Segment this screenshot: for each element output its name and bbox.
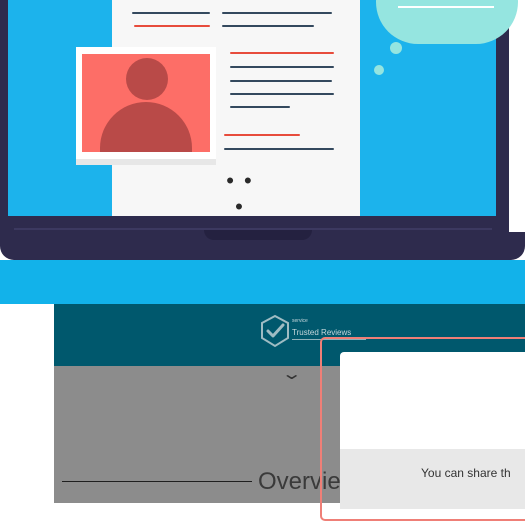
- blue-banner: [0, 260, 525, 304]
- document-line: [230, 66, 334, 68]
- chevron-down-icon[interactable]: ⌄: [281, 364, 302, 384]
- cloud-line: [398, 6, 494, 8]
- brand-name: Trusted Reviews: [292, 328, 352, 337]
- document-line: [134, 25, 210, 27]
- document-line: [230, 80, 332, 82]
- document-line: [230, 52, 334, 54]
- modal-share-text: You can share th: [421, 466, 511, 480]
- brand-tagline: service: [292, 318, 308, 324]
- document-line: [230, 93, 334, 95]
- ellipsis-icon: • • •: [226, 168, 254, 219]
- thought-bubble-dot: [374, 65, 384, 75]
- document-line: [224, 134, 300, 136]
- document-line: [222, 25, 314, 27]
- section-divider: [62, 481, 252, 482]
- thought-bubble-dot: [390, 42, 402, 54]
- document-line: [230, 106, 290, 108]
- document-line: [132, 12, 210, 14]
- document-line: [222, 12, 332, 14]
- shield-check-icon: [261, 314, 289, 348]
- user-avatar-icon: [126, 58, 168, 100]
- document-line: [224, 148, 334, 150]
- laptop-notch: [204, 230, 312, 240]
- laptop-background-gap: [509, 0, 525, 232]
- user-avatar-body: [100, 102, 192, 152]
- profile-photo: [82, 54, 210, 152]
